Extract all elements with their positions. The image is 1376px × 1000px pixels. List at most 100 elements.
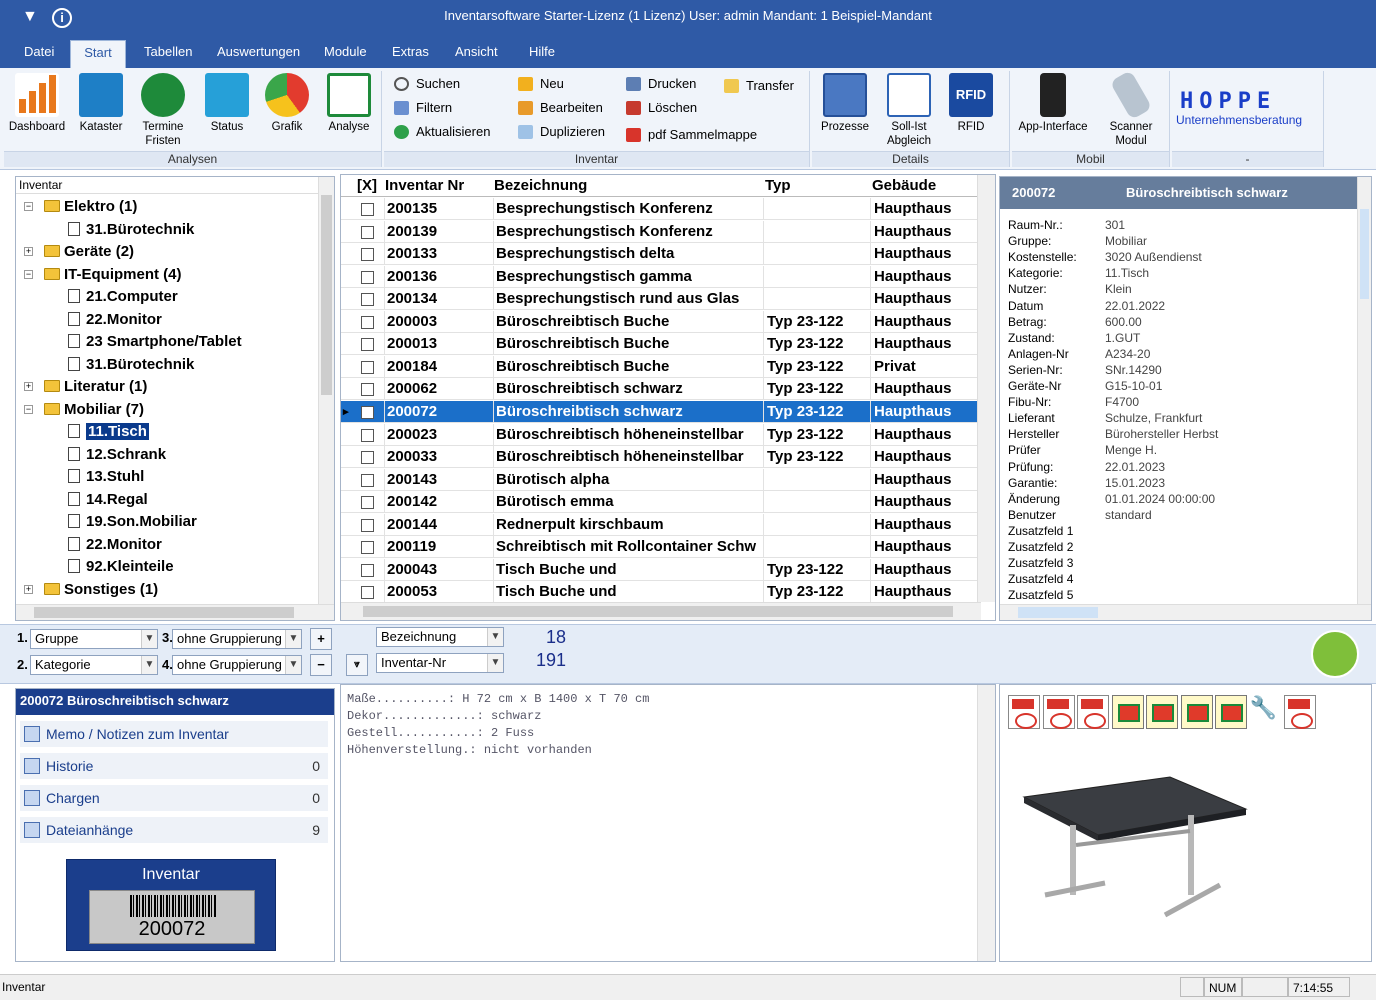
tree-category-item[interactable]: 19.Son.Mobiliar	[68, 511, 197, 532]
tree-category-item[interactable]: 14.Regal	[68, 489, 148, 510]
table-row[interactable]: 200043 Tisch Buche und Typ 23-122 Haupthaus	[341, 558, 977, 581]
tree-horizontal-scrollbar[interactable]	[16, 604, 334, 620]
duplizieren-button[interactable]: Duplizieren	[514, 122, 605, 142]
column-header-inventar-nr[interactable]: Inventar Nr	[385, 177, 464, 194]
tab-module[interactable]: Module	[320, 40, 371, 68]
row-checkbox[interactable]	[361, 428, 374, 442]
aktualisieren-button[interactable]: Aktualisieren	[390, 122, 490, 142]
tree-folder-item[interactable]: + Sonstiges (1)	[24, 579, 158, 600]
sort-direction-button[interactable]: ⩔	[346, 654, 368, 676]
table-row[interactable]: 200143 Bürotisch alpha Haupthaus	[341, 468, 977, 491]
termine-fristen-button[interactable]: Termine Fristen	[132, 73, 194, 148]
collapse-icon[interactable]: −	[24, 269, 33, 279]
expand-icon[interactable]: +	[24, 247, 33, 256]
table-row[interactable]: 200062 Büroschreibtisch schwarz Typ 23-122…	[341, 378, 977, 401]
tab-start[interactable]: Start	[70, 40, 126, 68]
add-grouping-button[interactable]: +	[310, 628, 332, 650]
tab-hilfe[interactable]: Hilfe	[525, 40, 559, 68]
tree-folder-item[interactable]: + Geräte (2)	[24, 241, 134, 262]
expand-icon[interactable]: +	[24, 584, 33, 594]
table-row[interactable]: 200003 Büroschreibtisch Buche Typ 23-122 Ha…	[341, 310, 977, 333]
pdf-file-icon[interactable]	[1284, 695, 1316, 729]
tree-folder-item[interactable]: + Literatur (1)	[24, 376, 147, 397]
row-checkbox[interactable]	[361, 360, 374, 374]
tree-scroll-thumb[interactable]	[321, 195, 332, 395]
group-level-4-select[interactable]: ohne Gruppierung ▼	[172, 655, 302, 675]
tree-category-item[interactable]: 22.Monitor	[68, 534, 162, 555]
row-checkbox[interactable]	[361, 586, 374, 600]
tree-folder-item[interactable]: − Elektro (1)	[24, 196, 137, 217]
edit-document-icon[interactable]	[1180, 695, 1213, 729]
grid-hscroll-thumb[interactable]	[363, 606, 953, 617]
detail-vertical-scrollbar[interactable]	[1357, 177, 1371, 604]
user-status-icon[interactable]	[1311, 630, 1359, 678]
tab-tabellen[interactable]: Tabellen	[140, 40, 196, 68]
pdf-sammelmappe-button[interactable]: pdf Sammelmappe	[622, 125, 757, 145]
tree-category-item[interactable]: 13.Stuhl	[68, 466, 144, 487]
row-checkbox[interactable]	[361, 315, 374, 329]
table-row[interactable]: 200144 Rednerpult kirschbaum Haupthaus	[341, 513, 977, 536]
table-row[interactable]: 200013 Büroschreibtisch Buche Typ 23-122 Ha…	[341, 333, 977, 356]
row-checkbox[interactable]	[361, 563, 374, 577]
tree-category-item[interactable]: 12.Schrank	[68, 444, 166, 465]
collapse-icon[interactable]: −	[24, 202, 33, 211]
memo-link[interactable]: Memo / Notizen zum Inventar	[20, 721, 328, 747]
tool-icon[interactable]: 🔧	[1250, 695, 1282, 729]
pdf-file-icon[interactable]	[1077, 695, 1109, 729]
row-checkbox[interactable]	[361, 338, 374, 352]
pdf-file-icon[interactable]	[1042, 695, 1075, 729]
table-row[interactable]: 200119 Schreibtisch mit Rollcontainer Sch…	[341, 536, 977, 559]
dateianhaenge-link[interactable]: Dateianhänge 9	[20, 817, 328, 843]
tree-folder-item[interactable]: − Mobiliar (7)	[24, 399, 144, 420]
row-checkbox[interactable]	[361, 496, 374, 510]
soll-ist-abgleich-button[interactable]: Soll-Ist Abgleich	[878, 73, 940, 148]
row-checkbox[interactable]	[361, 541, 374, 555]
tree-vertical-scrollbar[interactable]	[318, 177, 334, 604]
historie-link[interactable]: Historie 0	[20, 753, 328, 779]
scanner-modul-button[interactable]: Scanner Modul	[1100, 69, 1162, 148]
pdf-file-icon[interactable]	[1008, 695, 1040, 729]
column-header-typ[interactable]: Typ	[765, 177, 791, 194]
status-button[interactable]: Status	[196, 73, 258, 134]
filtern-button[interactable]: Filtern	[390, 98, 452, 118]
detail-horizontal-scrollbar[interactable]	[1000, 604, 1371, 620]
remove-grouping-button[interactable]: −	[310, 654, 332, 676]
tree-category-item[interactable]: 11.Tisch	[68, 421, 150, 442]
column-header-bezeichnung[interactable]: Bezeichnung	[494, 177, 587, 194]
tree-hscroll-thumb[interactable]	[34, 607, 294, 618]
row-checkbox[interactable]	[361, 383, 374, 397]
table-row[interactable]: 200142 Bürotisch emma Haupthaus	[341, 491, 977, 514]
collapse-icon[interactable]: −	[24, 404, 33, 414]
row-checkbox[interactable]	[361, 473, 374, 487]
tab-ansicht[interactable]: Ansicht	[451, 40, 502, 68]
loeschen-button[interactable]: Löschen	[622, 98, 697, 118]
table-row[interactable]: 200023 Büroschreibtisch höheneinstellbar T…	[341, 423, 977, 446]
tree-category-item[interactable]: 21.Computer	[68, 286, 178, 307]
detail-hscroll-thumb[interactable]	[1018, 607, 1098, 618]
neu-button[interactable]: Neu	[514, 74, 564, 94]
app-interface-button[interactable]: App-Interface	[1018, 73, 1088, 134]
memo-vertical-scrollbar[interactable]	[977, 685, 995, 961]
row-checkbox[interactable]	[361, 405, 374, 419]
analyse-button[interactable]: Analyse	[318, 73, 380, 134]
row-checkbox[interactable]	[361, 248, 374, 262]
table-row[interactable]: 200134 Besprechungstisch rund aus Glas Hau…	[341, 288, 977, 311]
table-row[interactable]: 200136 Besprechungstisch gamma Haupthaus	[341, 265, 977, 288]
kataster-button[interactable]: Kataster	[70, 73, 132, 134]
row-checkbox[interactable]	[361, 225, 374, 239]
suchen-button[interactable]: Suchen	[390, 74, 460, 94]
column-header-gebaeude[interactable]: Gebäude	[872, 177, 936, 194]
sort-1-select[interactable]: Bezeichnung ▼	[376, 627, 504, 647]
column-header-select[interactable]: [X]	[357, 177, 377, 194]
table-row[interactable]: 200053 Tisch Buche und Typ 23-122 Haupthaus	[341, 581, 977, 604]
detail-scroll-thumb[interactable]	[1360, 209, 1369, 299]
group-level-3-select[interactable]: ohne Gruppierung ▼	[172, 629, 302, 649]
table-row[interactable]: ▸ 200072 Büroschreibtisch schwarz Typ 23-12…	[341, 400, 977, 423]
rfid-button[interactable]: RFID RFID	[940, 73, 1002, 134]
tree-category-item[interactable]: 92.Kleinteile	[68, 556, 174, 577]
tab-extras[interactable]: Extras	[388, 40, 433, 68]
table-row[interactable]: 200184 Büroschreibtisch Buche Typ 23-122 Pr…	[341, 355, 977, 378]
edit-document-icon[interactable]	[1111, 695, 1144, 729]
prozesse-button[interactable]: Prozesse	[814, 73, 876, 134]
tab-datei[interactable]: Datei	[20, 40, 58, 68]
